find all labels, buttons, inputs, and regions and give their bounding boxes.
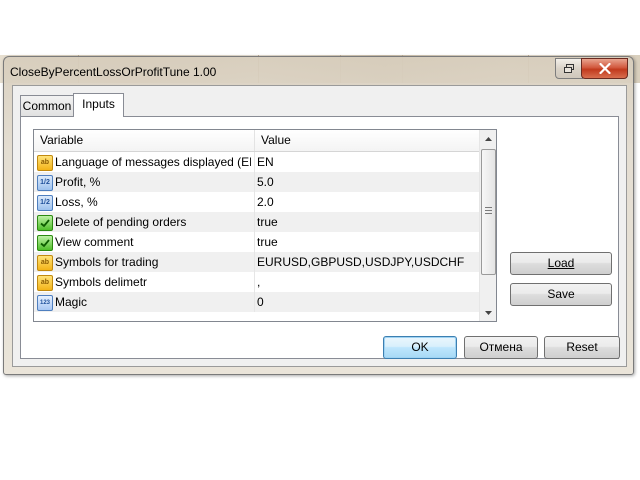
load-button[interactable]: Load [510, 252, 612, 275]
column-separator [254, 192, 255, 212]
cell-value[interactable]: , [257, 272, 475, 292]
inputs-tab-panel: Variable Value ab Language of messages di… [20, 116, 619, 359]
grid-rows: abLanguage of messages displayed (EN, ..… [34, 152, 480, 312]
table-row[interactable]: 123 Magic 0 [34, 292, 480, 312]
string-type-icon: ab [37, 155, 53, 171]
dialog-client-area: Common Inputs Variable Value ab Language … [12, 85, 627, 367]
restore-button[interactable] [555, 58, 583, 79]
reset-button[interactable]: Reset [544, 336, 620, 359]
cell-variable: Loss, % [55, 195, 98, 209]
grid-header: Variable Value [34, 130, 480, 152]
tab-inputs[interactable]: Inputs [73, 93, 124, 117]
ok-button[interactable]: OK [383, 336, 457, 359]
scroll-thumb[interactable] [481, 149, 496, 275]
bool-type-icon [37, 215, 53, 231]
save-button[interactable]: Save [510, 283, 612, 306]
window-title: CloseByPercentLossOrProfitTune 1.00 [10, 65, 217, 79]
reset-button-label: Reset [566, 340, 598, 354]
integer-type-icon: 123 [37, 295, 53, 311]
scroll-up-button[interactable] [480, 130, 496, 147]
cell-variable: View comment [55, 235, 134, 249]
cell-variable: Symbols for trading [55, 255, 159, 269]
scroll-up-arrow-icon [484, 136, 492, 141]
tab-common-label: Common [22, 99, 72, 113]
column-separator [254, 252, 255, 272]
close-icon [598, 63, 611, 74]
input-parameters-dialog: CloseByPercentLossOrProfitTune 1.00 Comm… [3, 56, 634, 375]
column-separator [254, 152, 255, 172]
cell-value[interactable]: 5.0 [257, 172, 475, 192]
column-separator [254, 272, 255, 292]
tab-common[interactable]: Common [20, 95, 74, 116]
restore-icon [564, 64, 574, 73]
table-row[interactable]: ab Symbols for trading EURUSD,GBPUSD,USDJP… [34, 252, 480, 272]
ok-button-label: OK [411, 340, 429, 354]
column-separator [254, 172, 255, 192]
column-separator [254, 212, 255, 232]
column-header-value[interactable]: Value [255, 130, 479, 151]
cancel-button[interactable]: Отмена [464, 336, 538, 359]
cell-value[interactable]: 2.0 [257, 192, 475, 212]
tab-inputs-label: Inputs [82, 97, 115, 111]
close-button[interactable] [581, 58, 628, 79]
load-button-label: Load [547, 256, 575, 270]
table-row[interactable]: 1/2 Profit, % 5.0 [34, 172, 480, 192]
vertical-scrollbar[interactable] [479, 130, 496, 321]
table-row[interactable]: View comment true [34, 232, 480, 252]
save-button-label: Save [547, 287, 575, 301]
string-type-icon: ab [37, 275, 53, 291]
table-row[interactable]: abLanguage of messages displayed (EN, ..… [34, 152, 480, 172]
cell-value[interactable]: 0 [257, 292, 475, 312]
bool-type-icon [37, 235, 53, 251]
cell-value[interactable]: true [257, 232, 475, 252]
column-separator [254, 292, 255, 312]
scroll-down-arrow-icon [484, 310, 492, 315]
double-type-icon: 1/2 [37, 175, 53, 191]
scroll-grip-icon [485, 207, 492, 216]
cell-value[interactable]: EURUSD,GBPUSD,USDJPY,USDCHF [257, 252, 475, 272]
parameters-grid: Variable Value ab Language of messages di… [33, 129, 497, 322]
title-bar: CloseByPercentLossOrProfitTune 1.00 [4, 57, 633, 85]
double-type-icon: 1/2 [37, 195, 53, 211]
cell-variable: Delete of pending orders [55, 215, 187, 229]
table-row[interactable]: Delete of pending orders true [34, 212, 480, 232]
cell-value[interactable]: true [257, 212, 475, 232]
cell-variable: Magic [55, 295, 88, 309]
cell-variable: Profit, % [55, 175, 101, 189]
cell-value[interactable]: EN [257, 152, 475, 172]
column-separator [254, 232, 255, 252]
scroll-down-button[interactable] [480, 304, 496, 321]
table-row[interactable]: ab Symbols delimetr, [34, 272, 480, 292]
table-row[interactable]: 1/2 Loss, % 2.0 [34, 192, 480, 212]
column-header-variable[interactable]: Variable [34, 130, 255, 151]
cancel-button-label: Отмена [479, 340, 523, 354]
cell-variable: Language of messages displayed (EN, ... [55, 155, 251, 169]
string-type-icon: ab [37, 255, 53, 271]
cell-variable: Symbols delimetr [55, 275, 148, 289]
